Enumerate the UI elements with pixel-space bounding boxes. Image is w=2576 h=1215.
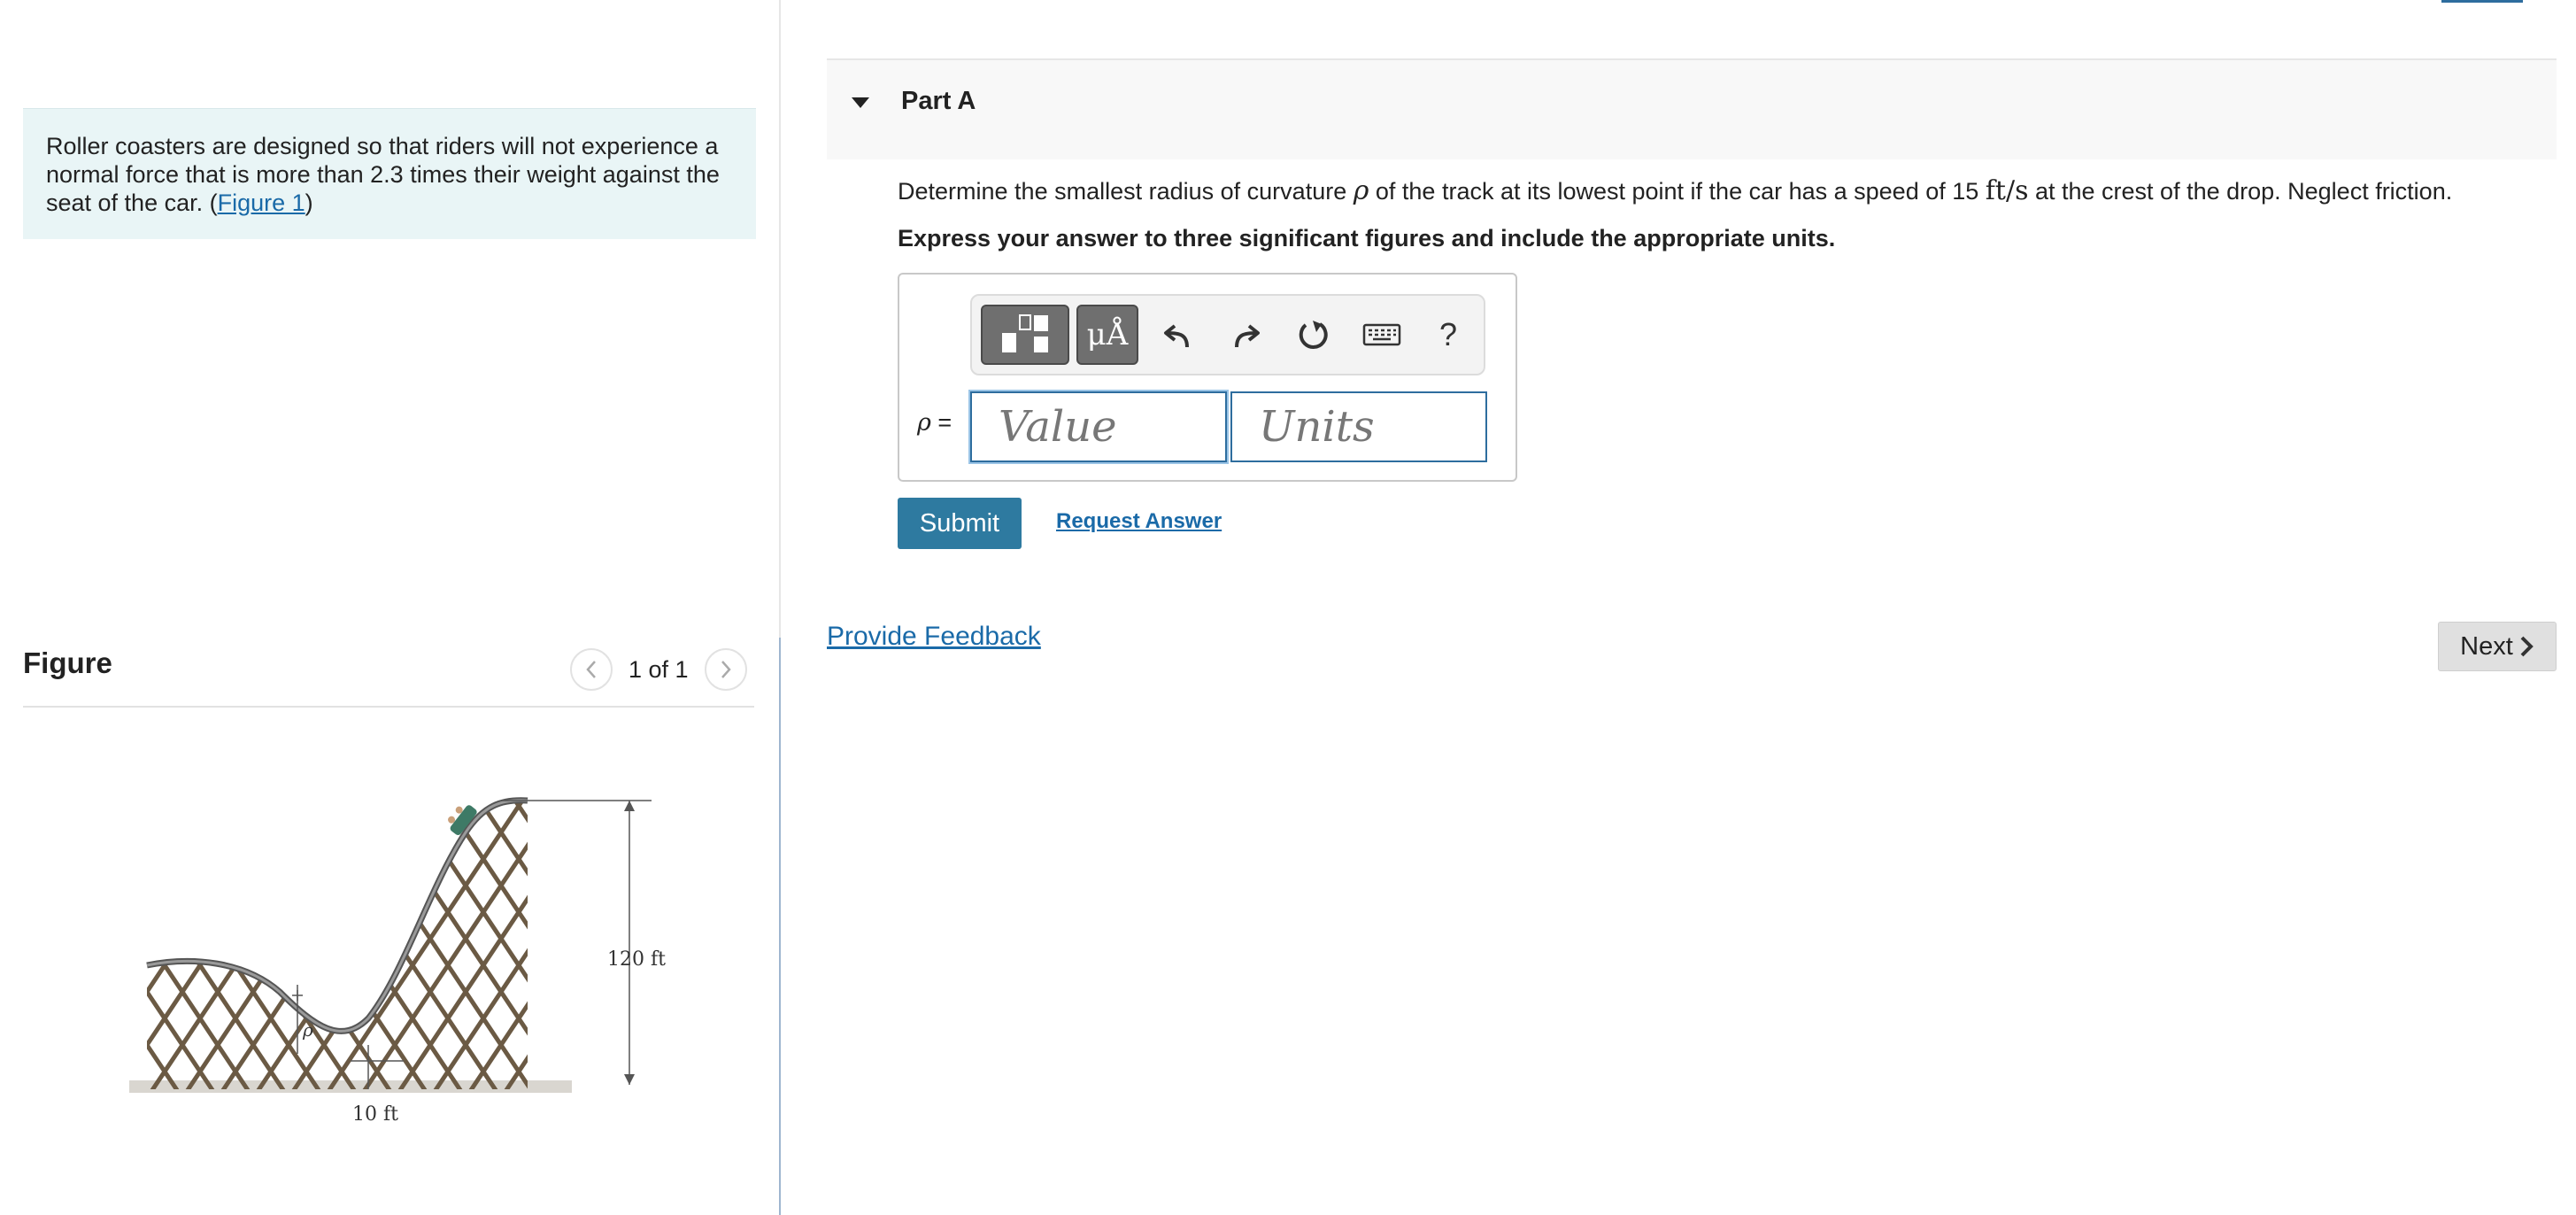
submit-button[interactable]: Submit — [898, 498, 1022, 549]
math-toolbar: μÅ ? — [970, 294, 1485, 375]
templates-button[interactable] — [981, 305, 1069, 365]
keyboard-button[interactable] — [1351, 305, 1413, 365]
help-button[interactable]: ? — [1423, 305, 1473, 365]
keyboard-icon — [1362, 323, 1401, 346]
redo-button[interactable] — [1216, 305, 1275, 365]
value-input[interactable] — [970, 391, 1227, 462]
chevron-right-icon — [2520, 636, 2534, 657]
next-figure-button[interactable] — [704, 648, 747, 691]
question-text: Determine the smallest radius of curvatu… — [898, 175, 2452, 206]
units-button[interactable]: μÅ — [1076, 305, 1138, 365]
answer-variable-label: ρ = — [917, 409, 952, 437]
rho-symbol: ρ — [1353, 175, 1369, 206]
provide-feedback-link[interactable]: Provide Feedback — [827, 622, 1041, 652]
question-text-end: at the crest of the drop. Neglect fricti… — [2034, 178, 2453, 205]
figure-link[interactable]: Figure 1 — [218, 190, 305, 216]
redo-icon — [1235, 324, 1260, 348]
intro-text-end: ) — [305, 190, 313, 216]
units-input[interactable] — [1230, 391, 1487, 462]
problem-intro: Roller coasters are designed so that rid… — [23, 108, 756, 239]
units-button-label: μÅ — [1086, 317, 1129, 352]
answer-panel: μÅ ? ρ = Value Units — [898, 273, 1517, 482]
pane-divider-accent — [779, 638, 781, 1215]
roller-coaster-figure: ρ 120 ft 10 ft — [112, 779, 678, 1134]
next-button[interactable]: Next — [2438, 622, 2557, 671]
intro-text: Roller coasters are designed so that rid… — [46, 133, 720, 216]
undo-icon — [1164, 324, 1189, 348]
base-height-label: 10 ft — [352, 1103, 398, 1126]
reset-icon — [1299, 321, 1328, 349]
problem-pane: Roller coasters are designed so that rid… — [0, 0, 779, 1215]
part-a-header[interactable]: Part A — [827, 58, 2557, 159]
chevron-left-icon — [586, 661, 596, 678]
figure-title: Figure — [23, 646, 112, 679]
previous-figure-button[interactable] — [570, 648, 613, 691]
speed-unit: ft/s — [1985, 175, 2029, 206]
undo-button[interactable] — [1149, 305, 1207, 365]
help-label: ? — [1438, 316, 1458, 352]
question-text-start: Determine the smallest radius of curvatu… — [898, 178, 1347, 205]
reset-button[interactable] — [1284, 305, 1342, 365]
next-label: Next — [2460, 631, 2513, 661]
figure-page-count: 1 of 1 — [629, 655, 689, 683]
height-label: 120 ft — [607, 948, 666, 971]
request-answer-link[interactable]: Request Answer — [1056, 509, 1222, 534]
part-title: Part A — [901, 87, 976, 115]
radius-label: ρ — [302, 1019, 313, 1041]
roller-coaster-image: ρ 120 ft 10 ft — [129, 797, 666, 1126]
templates-icon — [1002, 314, 1048, 352]
equals-sign: = — [937, 409, 953, 436]
figure-pager: 1 of 1 — [570, 646, 747, 693]
caret-down-icon[interactable] — [850, 96, 871, 110]
figure-divider — [23, 706, 754, 708]
answer-variable: ρ — [917, 409, 931, 437]
top-accent-bar — [2441, 0, 2523, 3]
answer-instruction: Express your answer to three significant… — [898, 225, 1836, 252]
chevron-right-icon — [721, 661, 731, 678]
question-text-middle: of the track at its lowest point if the … — [1375, 178, 1979, 205]
